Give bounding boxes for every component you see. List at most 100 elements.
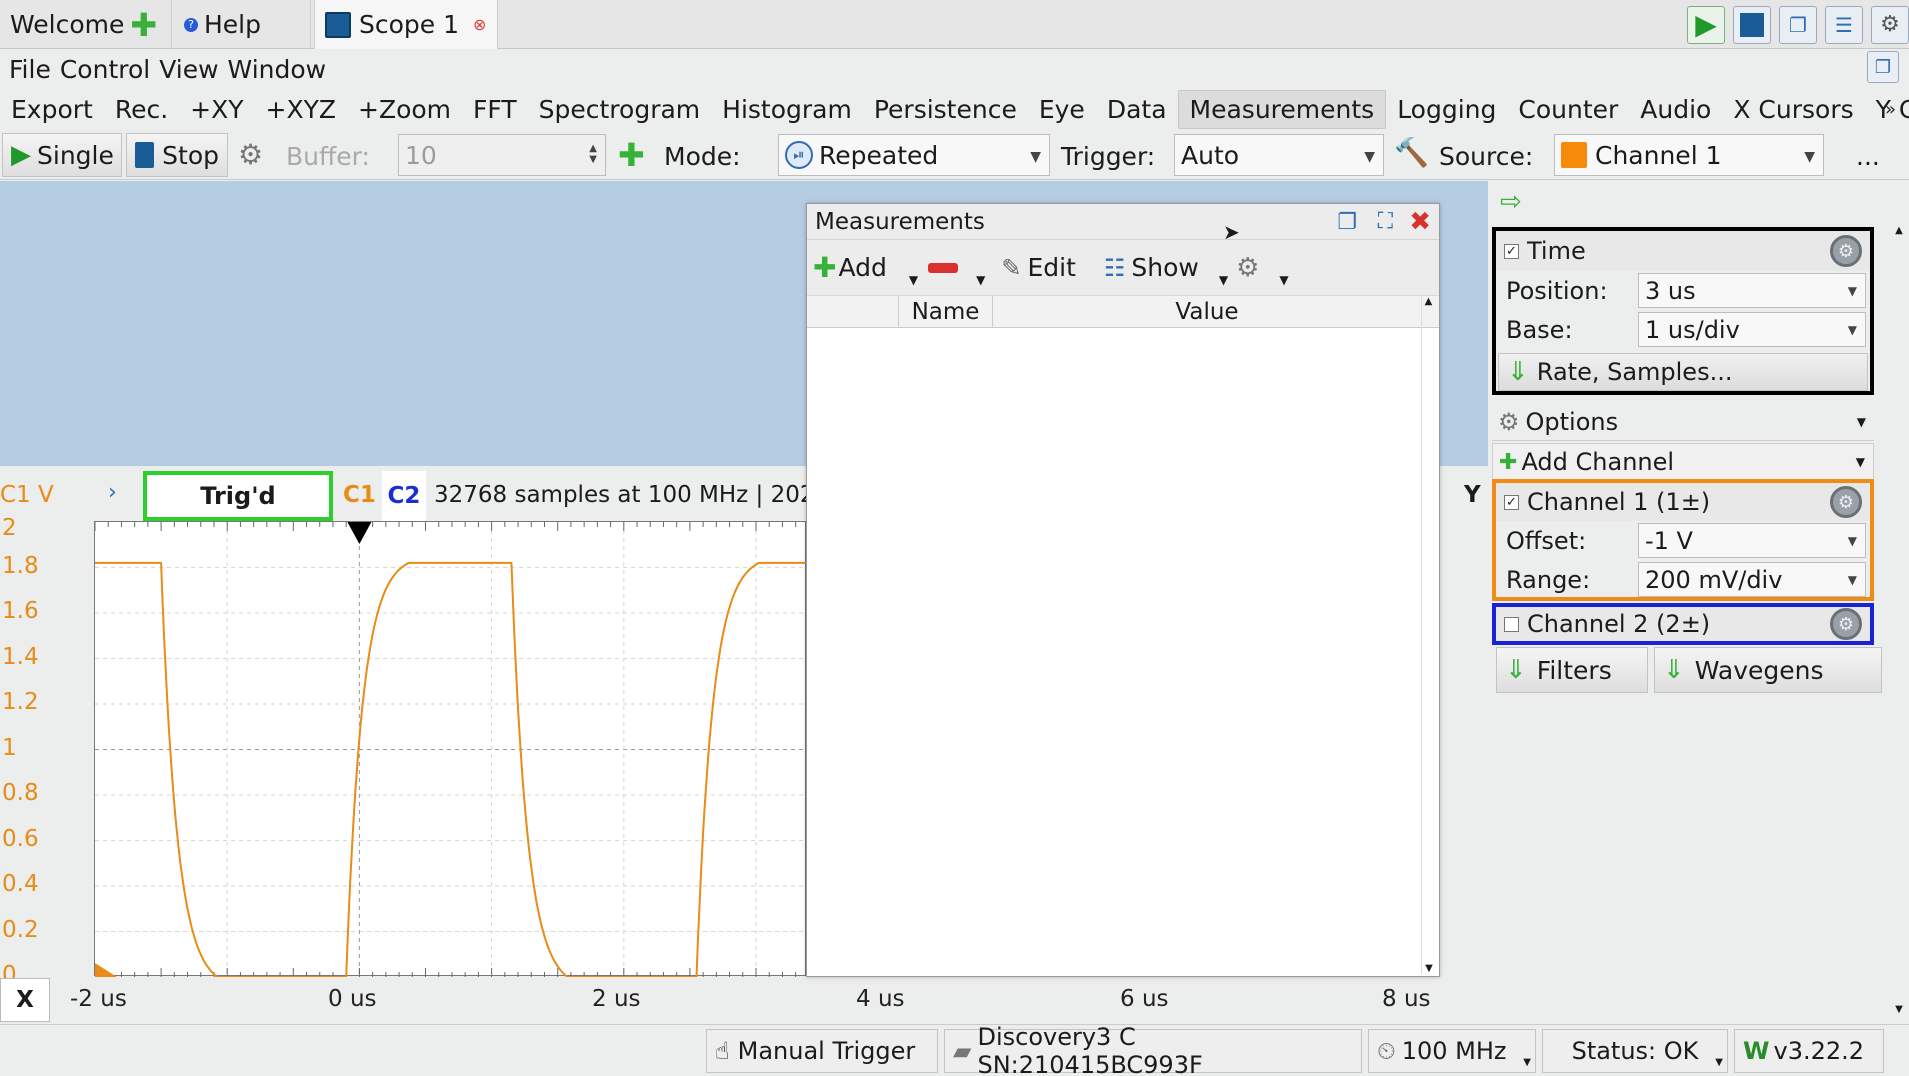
measurement-settings-gear-icon[interactable]: ⚙ xyxy=(1236,253,1259,283)
version-status[interactable]: W v3.22.2 xyxy=(1734,1029,1884,1073)
toolbar-eye[interactable]: Eye xyxy=(1028,91,1096,128)
y-tick-label: 0.2 xyxy=(2,916,39,943)
frequency-status[interactable]: ⏲ 100 MHz ▼ xyxy=(1368,1029,1536,1073)
plus-icon[interactable]: ✚ xyxy=(130,6,157,44)
stop-icon[interactable] xyxy=(1733,5,1771,44)
channel-1-settings-gear-icon[interactable]: ⚙ xyxy=(1830,486,1862,518)
time-settings-gear-icon[interactable]: ⚙ xyxy=(1830,235,1862,267)
trigger-select[interactable]: Auto ▼ xyxy=(1174,134,1384,176)
float-window-icon[interactable]: ❐ xyxy=(1337,210,1357,235)
rate-samples-button[interactable]: ⇓ Rate, Samples... xyxy=(1498,353,1868,391)
offset-input[interactable]: -1 V ▼ xyxy=(1638,523,1866,558)
toolbar-audio[interactable]: Audio xyxy=(1629,91,1722,128)
toolbar-logging[interactable]: Logging xyxy=(1386,91,1507,128)
toolbar-counter[interactable]: Counter xyxy=(1507,91,1629,128)
trigger-position-marker[interactable] xyxy=(347,522,372,544)
close-icon[interactable]: ⊗ xyxy=(473,15,486,34)
y-tick-label: 1.4 xyxy=(2,643,39,670)
list-icon[interactable]: ☷ xyxy=(1104,254,1126,282)
c1-tag[interactable]: C1 xyxy=(343,482,376,508)
toolbar-overflow-icon[interactable]: » xyxy=(1874,95,1907,124)
time-header[interactable]: ✓ Time ⚙ xyxy=(1496,231,1870,271)
restore-window-icon[interactable]: ❐ xyxy=(1867,51,1899,83)
toolbar-spectrogram[interactable]: Spectrogram xyxy=(528,91,712,128)
menu-window[interactable]: Window xyxy=(228,55,327,84)
split-view-icon[interactable]: ☰ xyxy=(1825,5,1863,44)
toolbar--xy[interactable]: +XY xyxy=(179,91,254,128)
toolbar-x-cursors[interactable]: X Cursors xyxy=(1722,91,1864,128)
add-measurement-button[interactable]: Add xyxy=(838,253,886,282)
source-label: Source: xyxy=(1439,142,1534,171)
channel-2-checkbox[interactable] xyxy=(1504,616,1519,632)
frequency-label: 100 MHz xyxy=(1401,1037,1507,1065)
tab-help[interactable]: ? Help xyxy=(174,0,311,49)
position-input[interactable]: 3 us ▼ xyxy=(1638,273,1866,308)
add-channel-row[interactable]: ✚ Add Channel ▼ xyxy=(1492,443,1874,481)
toolbar-histogram[interactable]: Histogram xyxy=(711,91,863,128)
edit-pencil-icon[interactable]: ✎ xyxy=(1001,254,1021,282)
spin-arrows-icon[interactable]: ▲ ▼ xyxy=(589,143,597,165)
wavegens-button[interactable]: ⇓ Wavegens xyxy=(1654,647,1882,693)
connection-status[interactable]: Status: OK ▼ xyxy=(1542,1029,1728,1073)
measurements-scrollbar[interactable]: ▲ ▼ xyxy=(1421,296,1435,974)
add-plus-icon[interactable]: ✚ xyxy=(618,136,645,174)
acquisition-gear-icon[interactable]: ⚙ xyxy=(238,138,263,171)
y-tick-label: 1.2 xyxy=(2,689,39,715)
channel-2-settings-gear-icon[interactable]: ⚙ xyxy=(1830,608,1862,640)
show-measurement-button[interactable]: Show xyxy=(1131,253,1198,282)
toolbar-data[interactable]: Data xyxy=(1096,91,1178,128)
settings-gear-icon[interactable]: ⚙ xyxy=(1871,5,1909,44)
filters-button[interactable]: ⇓ Filters xyxy=(1496,647,1648,693)
add-measurement-icon[interactable]: ✚ xyxy=(813,251,836,284)
toolbar-rec-[interactable]: Rec. xyxy=(104,91,179,128)
stop-button[interactable]: Stop xyxy=(126,133,228,177)
toolbar--zoom[interactable]: +Zoom xyxy=(347,91,462,128)
menu-view[interactable]: View xyxy=(159,55,218,84)
expand-arrow-icon[interactable]: › xyxy=(108,480,117,505)
source-value: Channel 1 xyxy=(1595,140,1722,170)
toolbar-fft[interactable]: FFT xyxy=(462,91,528,128)
device-status[interactable]: ▰ Discovery3 C SN:210415BC993F xyxy=(944,1023,1362,1076)
hammer-icon[interactable]: 🔨 xyxy=(1394,136,1429,169)
c1-offset-marker[interactable] xyxy=(95,963,117,977)
measurements-titlebar[interactable]: Measurements ❐ ⛶ ✖ xyxy=(807,204,1439,240)
column-value[interactable]: Value xyxy=(993,296,1421,327)
manual-trigger-button[interactable]: ☝ Manual Trigger xyxy=(706,1029,938,1073)
dropdown-arrow-icon[interactable]: ▼ xyxy=(976,273,985,287)
source-select[interactable]: Channel 1 ▼ xyxy=(1554,134,1824,176)
run-icon[interactable]: ▶ xyxy=(1687,5,1725,44)
range-input[interactable]: 200 mV/div ▼ xyxy=(1638,562,1866,597)
dropdown-arrow-icon[interactable]: ▼ xyxy=(909,273,918,287)
time-checkbox[interactable]: ✓ xyxy=(1504,243,1519,259)
mode-select[interactable]: ⏯ Repeated ▼ xyxy=(778,134,1050,176)
close-window-icon[interactable]: ✖ xyxy=(1409,207,1431,237)
toolbar-persistence[interactable]: Persistence xyxy=(863,91,1028,128)
cascade-windows-icon[interactable]: ❐ xyxy=(1779,5,1817,44)
options-label: Options xyxy=(1525,407,1619,436)
edit-measurement-button[interactable]: Edit xyxy=(1027,253,1075,282)
toolbar-measurements[interactable]: Measurements xyxy=(1177,90,1387,129)
menu-file[interactable]: File xyxy=(9,55,51,84)
options-row[interactable]: ⚙ Options ▼ xyxy=(1492,403,1874,441)
c2-tag-box[interactable]: C2 xyxy=(382,471,426,521)
channel-1-checkbox[interactable]: ✓ xyxy=(1504,494,1519,510)
dropdown-arrow-icon[interactable]: ▼ xyxy=(1279,273,1288,287)
tab-welcome[interactable]: Welcome ✚ xyxy=(0,0,172,49)
menu-control[interactable]: Control xyxy=(60,55,150,84)
collapse-panel-arrow-icon[interactable]: ⇨ xyxy=(1500,187,1522,217)
tab-scope-1[interactable]: Scope 1 ⊗ xyxy=(314,0,498,49)
dropdown-arrow-icon[interactable]: ▼ xyxy=(1219,273,1228,287)
single-button[interactable]: ▶ Single xyxy=(2,133,122,177)
channel-2-header[interactable]: Channel 2 (2±) ⚙ xyxy=(1496,607,1870,641)
column-name[interactable]: Name xyxy=(899,296,993,327)
maximize-window-icon[interactable]: ⛶ xyxy=(1378,209,1393,234)
toolbar--xyz[interactable]: +XYZ xyxy=(255,91,347,128)
base-label: Base: xyxy=(1506,315,1573,344)
panel-scrollbar[interactable]: ▲ ▼ xyxy=(1891,225,1907,1015)
more-options-button[interactable]: ... xyxy=(1856,142,1880,171)
base-input[interactable]: 1 us/div ▼ xyxy=(1638,312,1866,347)
buffer-spinbox[interactable]: 10 ▲ ▼ xyxy=(398,134,606,176)
remove-measurement-icon[interactable] xyxy=(928,262,959,273)
channel-1-header[interactable]: ✓ Channel 1 (1±) ⚙ xyxy=(1496,483,1870,521)
toolbar-export[interactable]: Export xyxy=(0,91,104,128)
